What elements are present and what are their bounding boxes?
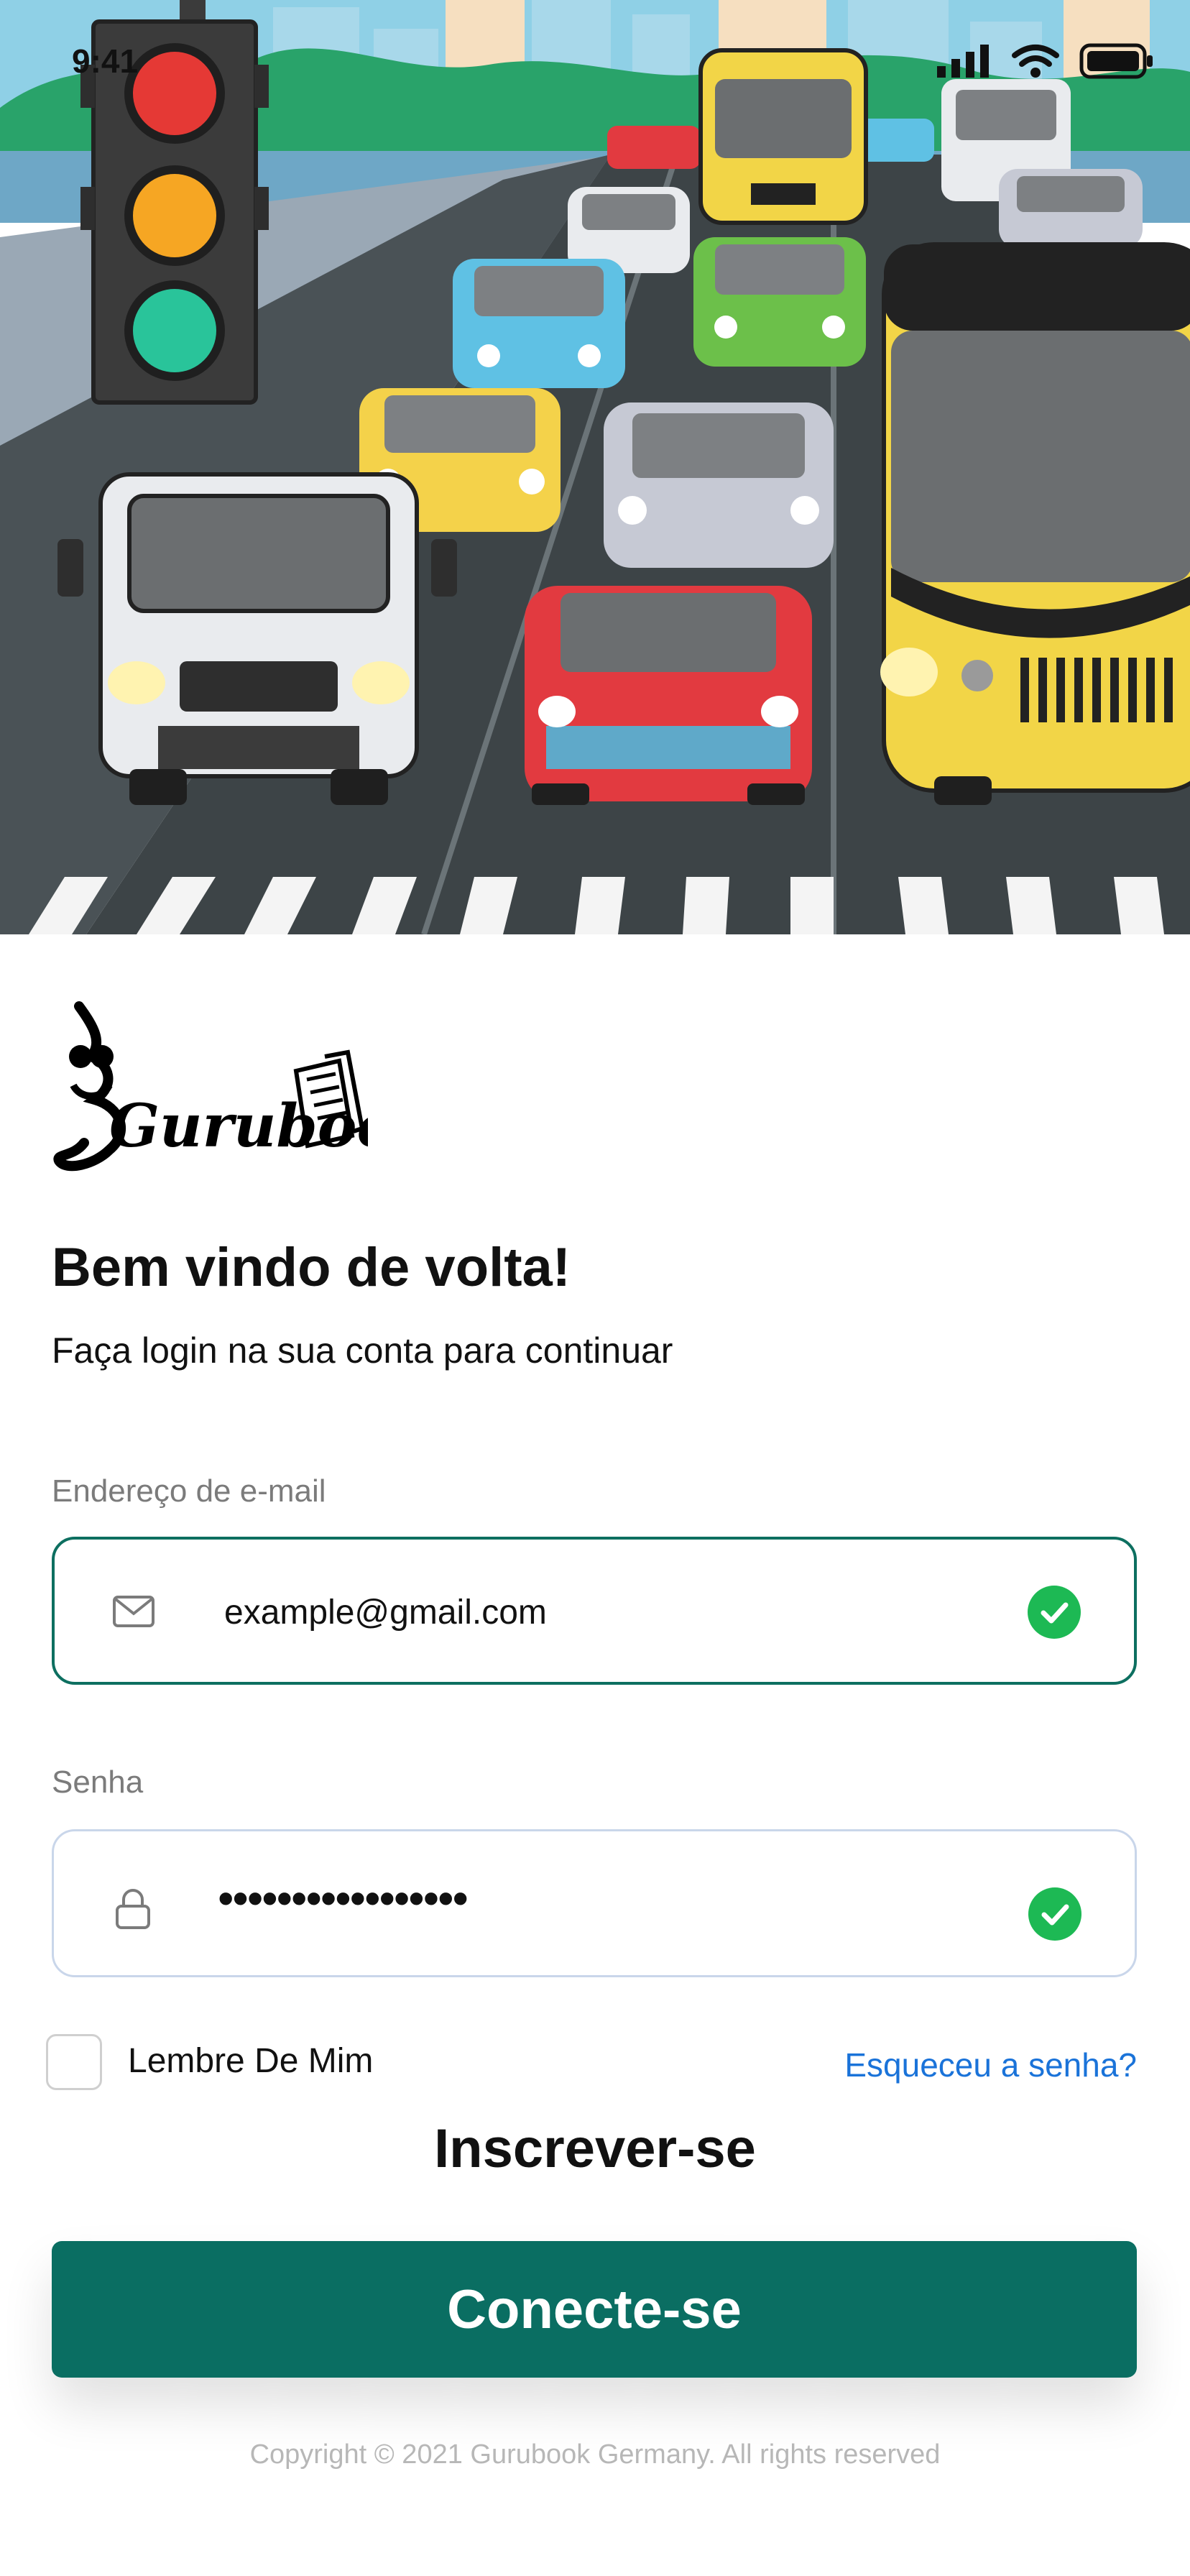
password-label: Senha <box>52 1765 144 1800</box>
logo-wordmark: Gurubook <box>109 1092 368 1161</box>
remember-checkbox[interactable] <box>46 2034 102 2090</box>
email-field[interactable]: example@gmail.com <box>52 1537 1137 1685</box>
password-input[interactable]: ••••••••••••••••• <box>218 1872 469 1925</box>
mail-icon <box>113 1596 154 1627</box>
email-label: Endereço de e-mail <box>52 1473 326 1509</box>
page-title: Bem vindo de volta! <box>52 1237 571 1298</box>
page-subtitle: Faça login na sua conta para continuar <box>52 1330 673 1371</box>
remember-label[interactable]: Lembre De Mim <box>128 2041 373 2081</box>
wifi-icon <box>1012 45 1059 78</box>
forgot-password-link[interactable]: Esqueceu a senha? <box>844 2046 1137 2084</box>
hero-illustration <box>0 0 1190 934</box>
lock-icon <box>116 1889 150 1929</box>
status-time: 9:41 <box>72 42 139 80</box>
signal-icon <box>937 45 989 78</box>
password-field[interactable]: ••••••••••••••••• <box>52 1829 1137 1977</box>
signup-link[interactable]: Inscrever-se <box>0 2117 1190 2180</box>
login-button[interactable]: Conecte-se <box>52 2241 1137 2378</box>
copyright-text: Copyright © 2021 Gurubook Germany. All r… <box>249 2439 941 2470</box>
status-icons <box>937 43 1154 79</box>
check-icon <box>1028 1887 1081 1941</box>
email-input[interactable]: example@gmail.com <box>224 1593 547 1632</box>
check-icon <box>1028 1586 1081 1639</box>
gurubook-logo: Gurubook <box>52 999 437 1193</box>
battery-icon <box>1079 43 1153 79</box>
